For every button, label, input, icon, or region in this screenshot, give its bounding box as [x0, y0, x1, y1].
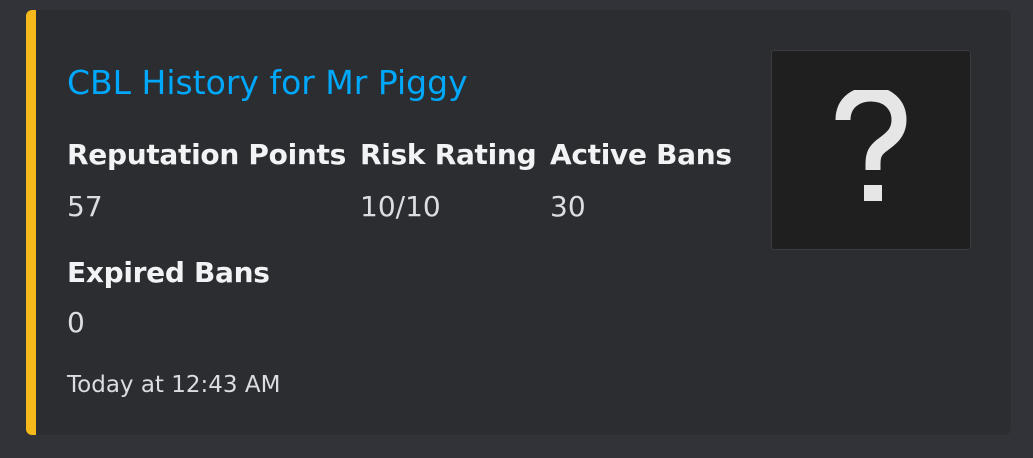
field-value-expired-bans: 0 [67, 306, 85, 339]
field-name-expired-bans: Expired Bans [67, 256, 270, 289]
field-value-risk-rating: 10/10 [360, 190, 441, 223]
embed-title-link[interactable]: CBL History for Mr Piggy [67, 66, 468, 99]
field-name-reputation-points: Reputation Points [67, 138, 346, 171]
embed-timestamp: Today at 12:43 AM [67, 372, 281, 398]
embed-thumbnail[interactable] [771, 50, 971, 250]
field-value-active-bans: 30 [550, 190, 586, 223]
field-value-reputation-points: 57 [67, 190, 103, 223]
field-name-active-bans: Active Bans [550, 138, 732, 171]
field-name-risk-rating: Risk Rating [360, 138, 537, 171]
question-mark-icon [835, 90, 907, 201]
embed-card: CBL History for Mr Piggy Reputation Poin… [26, 10, 1011, 435]
